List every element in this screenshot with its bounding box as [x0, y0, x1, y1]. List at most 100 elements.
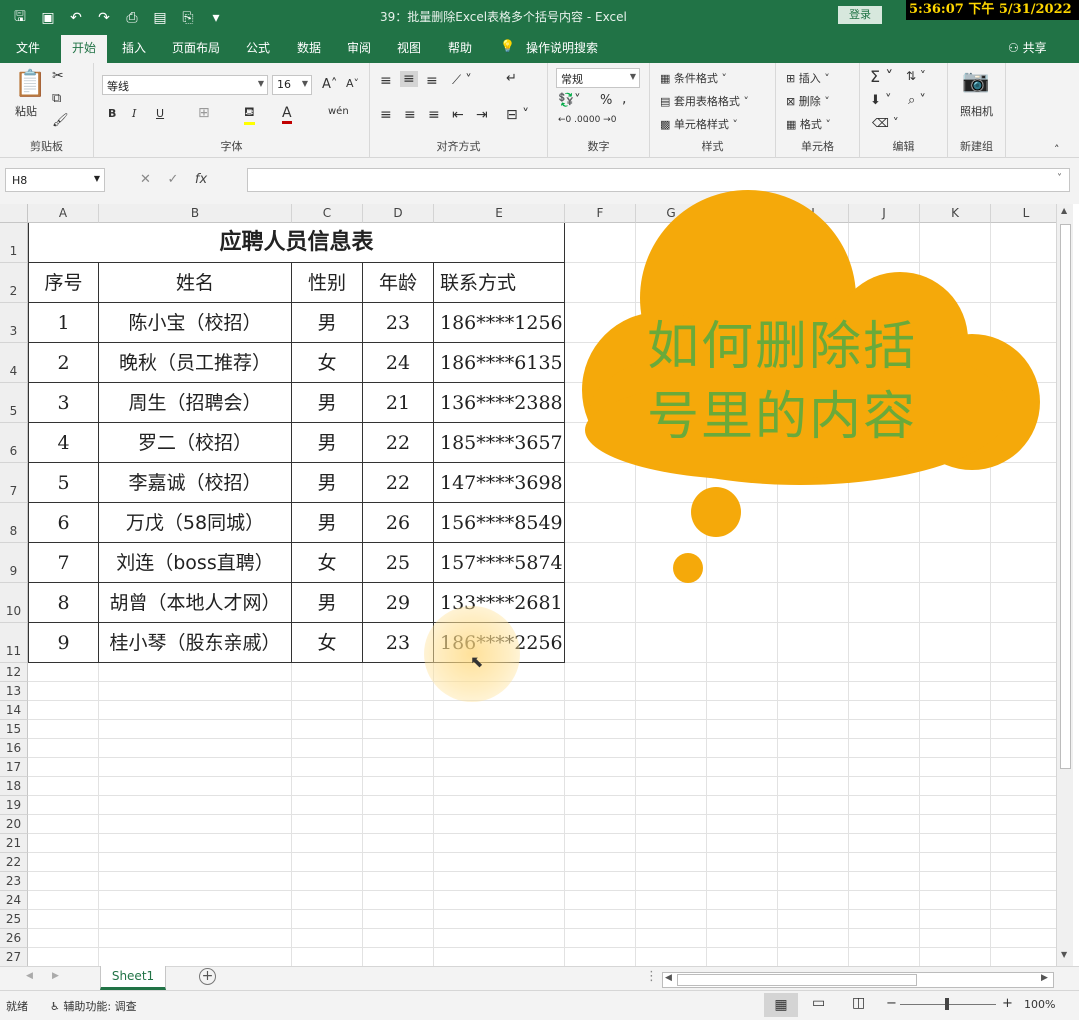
- grid-cell[interactable]: [991, 503, 1056, 543]
- italic-button[interactable]: I: [132, 107, 136, 120]
- fill-color-icon[interactable]: ⛾: [244, 105, 255, 125]
- grid-cell[interactable]: [636, 948, 707, 966]
- grid-cell[interactable]: [636, 682, 707, 701]
- grid-cell[interactable]: [565, 423, 636, 463]
- grid-cell[interactable]: [565, 910, 636, 929]
- grid-cell[interactable]: [920, 929, 991, 948]
- grid-cell[interactable]: [778, 223, 849, 263]
- row-header[interactable]: 20: [0, 815, 28, 834]
- increase-decimal-button[interactable]: ←0 .00: [558, 115, 588, 125]
- grid-cell[interactable]: [565, 872, 636, 891]
- grid-cell[interactable]: [636, 739, 707, 758]
- grid-cell[interactable]: [565, 948, 636, 966]
- conditional-format-button[interactable]: ▦ 条件格式 ˅: [660, 70, 727, 86]
- grid-cell[interactable]: [849, 663, 920, 682]
- merge-center-icon[interactable]: ⊟ ˅: [506, 107, 529, 123]
- grid-cell[interactable]: [99, 701, 292, 720]
- grid-cell[interactable]: [565, 343, 636, 383]
- grid-cell[interactable]: [292, 720, 363, 739]
- scroll-up-icon[interactable]: ▲: [1061, 206, 1067, 215]
- grid-cell[interactable]: [28, 872, 99, 891]
- grid-cell[interactable]: [849, 948, 920, 966]
- grid-cell[interactable]: [707, 777, 778, 796]
- grid-cell[interactable]: [707, 263, 778, 303]
- grid-cell[interactable]: [28, 796, 99, 815]
- bold-button[interactable]: B: [108, 107, 116, 120]
- table-cell[interactable]: 男: [292, 423, 363, 463]
- row-header[interactable]: 16: [0, 739, 28, 758]
- comma-button[interactable]: ,: [622, 91, 626, 107]
- grid-cell[interactable]: [434, 720, 565, 739]
- column-header[interactable]: J: [849, 204, 920, 223]
- grid-cell[interactable]: [920, 720, 991, 739]
- grid-cell[interactable]: [991, 929, 1056, 948]
- table-cell[interactable]: 男: [292, 583, 363, 623]
- grid-cell[interactable]: [28, 929, 99, 948]
- grid-cell[interactable]: [920, 948, 991, 966]
- clear-icon[interactable]: ⌫ ˅: [872, 116, 899, 130]
- grid-cell[interactable]: [565, 853, 636, 872]
- grid-cell[interactable]: [565, 682, 636, 701]
- customize-qat-icon[interactable]: ▾: [206, 10, 226, 26]
- grid-cell[interactable]: [849, 758, 920, 777]
- grid-cell[interactable]: [991, 263, 1056, 303]
- horizontal-scroll-thumb[interactable]: [677, 974, 917, 986]
- grid-cell[interactable]: [565, 815, 636, 834]
- grid-cell[interactable]: [565, 701, 636, 720]
- grid-cell[interactable]: [636, 872, 707, 891]
- insert-cells-button[interactable]: ⊞ 插入 ˅: [786, 70, 830, 86]
- format-as-table-button[interactable]: ▤ 套用表格格式 ˅: [660, 93, 749, 109]
- grid-cell[interactable]: [991, 583, 1056, 623]
- grid-cell[interactable]: [920, 663, 991, 682]
- grid-cell[interactable]: [778, 720, 849, 739]
- grid-cell[interactable]: [636, 777, 707, 796]
- grid-cell[interactable]: [99, 872, 292, 891]
- row-header[interactable]: 7: [0, 463, 28, 503]
- grid-cell[interactable]: [707, 948, 778, 966]
- normal-view-icon[interactable]: ▦: [764, 993, 798, 1017]
- row-header[interactable]: 11: [0, 623, 28, 663]
- tab-file[interactable]: 文件: [16, 39, 40, 56]
- grid-cell[interactable]: [920, 758, 991, 777]
- tab-view[interactable]: 视图: [397, 39, 421, 56]
- page-layout-view-icon[interactable]: ▭: [812, 995, 825, 1011]
- row-header[interactable]: 27: [0, 948, 28, 966]
- grid-cell[interactable]: [434, 815, 565, 834]
- table-cell[interactable]: 5: [28, 463, 99, 503]
- align-middle-icon[interactable]: ≡: [400, 71, 418, 87]
- grid-cell[interactable]: [991, 796, 1056, 815]
- table-cell[interactable]: 女: [292, 543, 363, 583]
- table-header-cell[interactable]: 年龄: [363, 263, 434, 303]
- grid-cell[interactable]: [28, 834, 99, 853]
- table-cell[interactable]: 157****5874: [434, 543, 565, 583]
- row-header[interactable]: 8: [0, 503, 28, 543]
- grid-cell[interactable]: [28, 663, 99, 682]
- table-header-cell[interactable]: 联系方式: [434, 263, 565, 303]
- table-cell[interactable]: 7: [28, 543, 99, 583]
- grid-cell[interactable]: [565, 623, 636, 663]
- add-sheet-button[interactable]: +: [199, 968, 216, 985]
- row-header[interactable]: 15: [0, 720, 28, 739]
- grid-cell[interactable]: [99, 777, 292, 796]
- column-header[interactable]: L: [991, 204, 1056, 223]
- tell-me-search[interactable]: 操作说明搜索: [526, 39, 598, 56]
- grid-cell[interactable]: [778, 701, 849, 720]
- grid-cell[interactable]: [707, 701, 778, 720]
- grid-cell[interactable]: [991, 910, 1056, 929]
- row-header[interactable]: 26: [0, 929, 28, 948]
- zoom-level[interactable]: 100%: [1024, 998, 1055, 1011]
- insert-function-button[interactable]: fx: [195, 172, 207, 187]
- grid-cell[interactable]: [636, 853, 707, 872]
- grid-cell[interactable]: [991, 463, 1056, 503]
- grid-cell[interactable]: [363, 891, 434, 910]
- grid-cell[interactable]: [636, 463, 707, 503]
- grid-cell[interactable]: [991, 872, 1056, 891]
- grid-cell[interactable]: [565, 463, 636, 503]
- table-cell[interactable]: 186****1256: [434, 303, 565, 343]
- grid-cell[interactable]: [707, 834, 778, 853]
- grid-cell[interactable]: [434, 758, 565, 777]
- table-header-cell[interactable]: 姓名: [99, 263, 292, 303]
- grid-cell[interactable]: [292, 929, 363, 948]
- grid-cell[interactable]: [565, 796, 636, 815]
- grid-cell[interactable]: [920, 701, 991, 720]
